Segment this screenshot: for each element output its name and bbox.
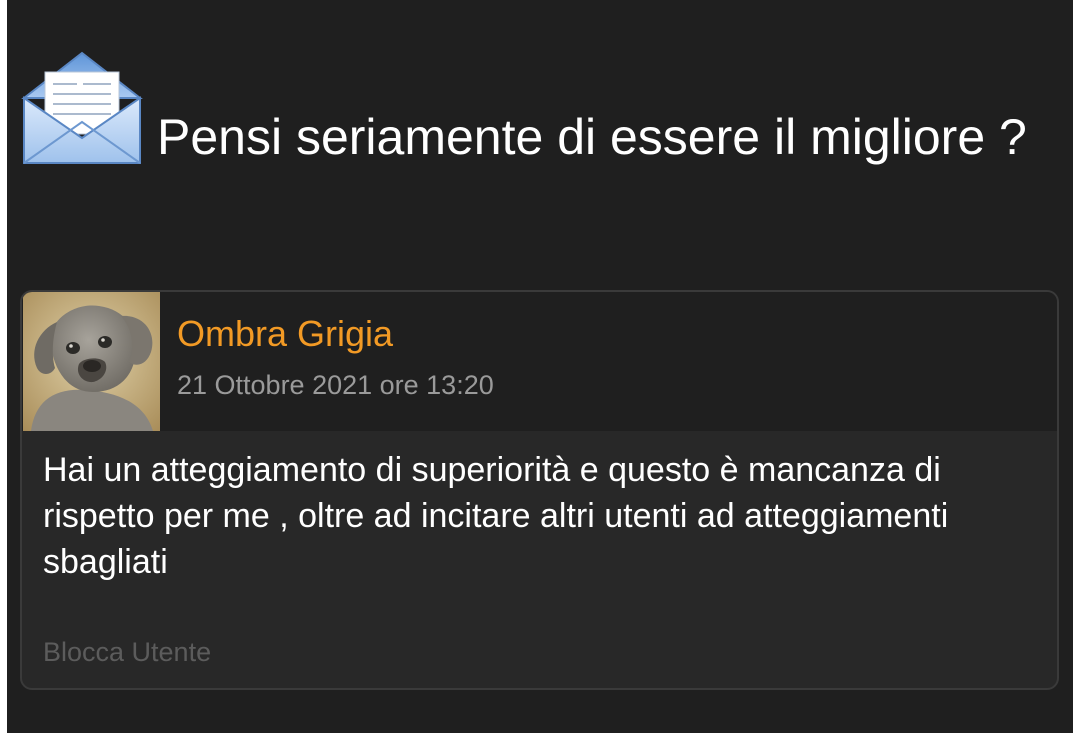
- message-card: Ombra Grigia 21 Ottobre 2021 ore 13:20 H…: [20, 290, 1059, 690]
- message-header: Ombra Grigia 21 Ottobre 2021 ore 13:20: [22, 292, 1057, 431]
- sender-name[interactable]: Ombra Grigia: [177, 312, 393, 356]
- avatar[interactable]: [23, 292, 160, 431]
- message-timestamp: 21 Ottobre 2021 ore 13:20: [177, 370, 494, 400]
- envelope-icon: [21, 50, 143, 166]
- message-title: Pensi seriamente di essere il migliore ?: [157, 109, 1027, 165]
- message-screen: Pensi seriamente di essere il migliore ?: [7, 0, 1073, 733]
- block-user-button[interactable]: Blocca Utente: [43, 635, 211, 669]
- message-heading: Pensi seriamente di essere il migliore ?: [19, 50, 1039, 177]
- message-body: Hai un atteggiamento di superiorità e qu…: [43, 451, 949, 581]
